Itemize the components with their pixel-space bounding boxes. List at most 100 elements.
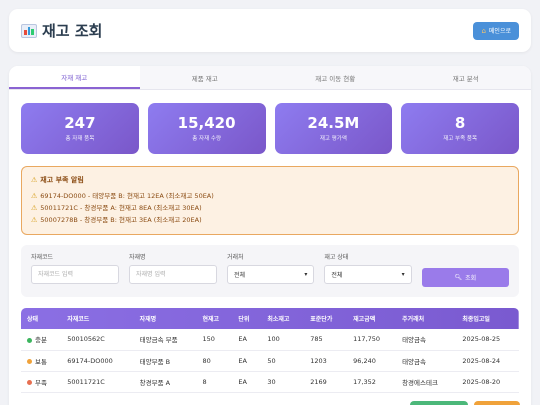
vendor-field-group: 거래처 전체 ▾ bbox=[227, 252, 315, 284]
price-cell: 2169 bbox=[304, 371, 348, 393]
col-header[interactable]: 현재고 bbox=[196, 308, 232, 329]
col-header[interactable]: 주거래처 bbox=[396, 308, 456, 329]
alert-item: ⚠ 50011721C - 창경부품 A: 현재고 8EA (최소재고 30EA… bbox=[31, 202, 509, 214]
stat-card-total-qty: 15,420 총 자재 수량 bbox=[147, 103, 266, 154]
name-cell: 태양부품 B bbox=[133, 350, 197, 372]
tab-product-stock[interactable]: 제품 재고 bbox=[139, 66, 270, 89]
page-header: 재고 조회 ⌂ 메인으로 bbox=[9, 9, 531, 52]
code-cell: 50010562C bbox=[61, 329, 134, 351]
home-button-label: 메인으로 bbox=[488, 28, 511, 35]
alert-title: 재고 부족 알림 bbox=[40, 176, 84, 184]
name-label: 자재명 bbox=[129, 254, 146, 261]
material-code-input[interactable] bbox=[31, 265, 119, 284]
stat-value: 247 bbox=[64, 114, 96, 133]
bar-chart-icon bbox=[21, 23, 37, 38]
status-dot-icon bbox=[27, 380, 32, 385]
alert-item: ⚠ 50007278B - 창경부품 B: 현재고 3EA (최소재고 20EA… bbox=[31, 214, 509, 226]
name-cell: 창경부품 A bbox=[133, 371, 197, 393]
price-cell: 1203 bbox=[304, 350, 348, 372]
amount-cell: 117,750 bbox=[347, 329, 397, 351]
stat-card-shortage: 8 재고 부족 품목 bbox=[401, 103, 519, 154]
name-cell: 태양금속 부품 bbox=[133, 329, 197, 351]
stat-label: 총 자재 품목 bbox=[65, 135, 95, 142]
warning-icon: ⚠ bbox=[31, 176, 38, 184]
status-select[interactable]: 전체 ▾ bbox=[324, 265, 412, 284]
search-icon: 🔍︎ bbox=[454, 274, 463, 281]
alert-item-text: 50007278B - 창경부품 B: 현재고 3EA (최소재고 20EA) bbox=[40, 216, 202, 224]
stat-label: 재고 부족 품목 bbox=[443, 135, 478, 142]
bottom-action-button-green[interactable] bbox=[410, 401, 468, 405]
code-field-group: 자재코드 bbox=[31, 252, 119, 284]
stats-row: 247 총 자재 품목 15,420 총 자재 수량 24.5M 재고 평가액 … bbox=[21, 103, 519, 154]
stat-value: 8 bbox=[454, 114, 466, 133]
chevron-down-icon: ▾ bbox=[304, 271, 308, 278]
col-header[interactable]: 상태 bbox=[21, 308, 61, 329]
status-text: 보통 bbox=[35, 357, 47, 366]
page-title: 재고 조회 bbox=[42, 22, 103, 40]
qty-cell: 80 bbox=[196, 350, 233, 372]
unit-cell: EA bbox=[232, 371, 262, 393]
alert-title-row: ⚠ 재고 부족 알림 bbox=[31, 175, 509, 185]
col-header[interactable]: 최소재고 bbox=[261, 308, 304, 329]
date-cell: 2025-08-24 bbox=[456, 350, 519, 372]
status-text: 충분 bbox=[35, 336, 47, 345]
home-icon: ⌂ bbox=[481, 26, 486, 35]
unit-cell: EA bbox=[232, 329, 262, 351]
home-button[interactable]: ⌂ 메인으로 bbox=[473, 21, 519, 40]
status-label: 재고 상태 bbox=[324, 254, 349, 261]
min-cell: 30 bbox=[261, 371, 305, 393]
stat-label: 총 자재 수량 bbox=[192, 135, 222, 142]
amount-cell: 17,352 bbox=[347, 371, 397, 393]
date-cell: 2025-08-25 bbox=[456, 329, 519, 351]
col-header[interactable]: 표준단가 bbox=[304, 308, 347, 329]
bottom-action-button-orange[interactable] bbox=[474, 401, 520, 405]
page-title-group: 재고 조회 bbox=[21, 20, 102, 41]
date-cell: 2025-08-20 bbox=[456, 371, 519, 393]
table-row[interactable]: 부족 50011721C 창경부품 A 8 EA 30 2169 17,352 … bbox=[21, 371, 519, 393]
status-dot-icon bbox=[27, 359, 32, 364]
col-header[interactable]: 자재명 bbox=[134, 308, 197, 329]
price-cell: 785 bbox=[304, 329, 348, 351]
status-select-value: 전체 bbox=[331, 272, 343, 279]
col-header[interactable]: 단위 bbox=[232, 308, 261, 329]
stat-card-valuation: 24.5M 재고 평가액 bbox=[274, 103, 393, 154]
content-panel: 자재 재고 제품 재고 재고 이동 현황 재고 분석 247 총 자재 품목 1… bbox=[9, 66, 531, 405]
alert-item-text: 69174-DO000 - 태양부품 B: 현재고 12EA (최소재고 50E… bbox=[40, 192, 214, 200]
search-panel: 자재코드 자재명 거래처 전체 ▾ 재고 상태 전체 ▾ 🔍︎ 조회 bbox=[21, 245, 519, 297]
min-cell: 100 bbox=[261, 329, 305, 351]
warning-icon: ⚠ bbox=[31, 192, 38, 200]
table-row[interactable]: 충분 50010562C 태양금속 부품 150 EA 100 785 117,… bbox=[21, 329, 519, 351]
search-button-label: 조회 bbox=[465, 275, 477, 282]
code-cell: 69174-DO000 bbox=[61, 350, 134, 372]
material-name-input[interactable] bbox=[129, 265, 217, 284]
alert-item-text: 50011721C - 창경부품 A: 현재고 8EA (최소재고 30EA) bbox=[40, 204, 202, 212]
table-row[interactable]: 보통 69174-DO000 태양부품 B 80 EA 50 1203 96,2… bbox=[21, 350, 519, 372]
vendor-cell: 태양금속 bbox=[396, 350, 457, 372]
col-header[interactable]: 재고금액 bbox=[347, 308, 396, 329]
code-label: 자재코드 bbox=[31, 254, 54, 261]
tab-stock-analysis[interactable]: 재고 분석 bbox=[400, 66, 531, 89]
alert-item: ⚠ 69174-DO000 - 태양부품 B: 현재고 12EA (최소재고 5… bbox=[31, 190, 509, 202]
tab-material-stock[interactable]: 자재 재고 bbox=[9, 66, 140, 89]
stat-value: 24.5M bbox=[307, 114, 360, 133]
amount-cell: 96,240 bbox=[347, 350, 397, 372]
status-cell: 부족 bbox=[21, 371, 62, 393]
code-cell: 50011721C bbox=[61, 371, 134, 393]
vendor-select-value: 전체 bbox=[234, 272, 246, 279]
vendor-cell: 태양금속 bbox=[396, 329, 457, 351]
chevron-down-icon: ▾ bbox=[401, 271, 405, 278]
unit-cell: EA bbox=[232, 350, 262, 372]
tab-bar: 자재 재고 제품 재고 재고 이동 현황 재고 분석 bbox=[9, 66, 531, 90]
col-header[interactable]: 자재코드 bbox=[61, 308, 133, 329]
status-cell: 충분 bbox=[21, 329, 62, 351]
search-button[interactable]: 🔍︎ 조회 bbox=[421, 268, 509, 287]
warning-icon: ⚠ bbox=[31, 204, 38, 212]
name-field-group: 자재명 bbox=[129, 252, 217, 284]
table-header-row: 상태 자재코드 자재명 현재고 단위 최소재고 표준단가 재고금액 주거래처 최… bbox=[21, 308, 519, 329]
min-cell: 50 bbox=[261, 350, 305, 372]
col-header[interactable]: 최종입고일 bbox=[456, 308, 519, 329]
tab-stock-movement[interactable]: 재고 이동 현황 bbox=[270, 66, 401, 89]
stat-label: 재고 평가액 bbox=[319, 135, 347, 142]
vendor-select[interactable]: 전체 ▾ bbox=[227, 265, 315, 284]
qty-cell: 8 bbox=[196, 371, 233, 393]
